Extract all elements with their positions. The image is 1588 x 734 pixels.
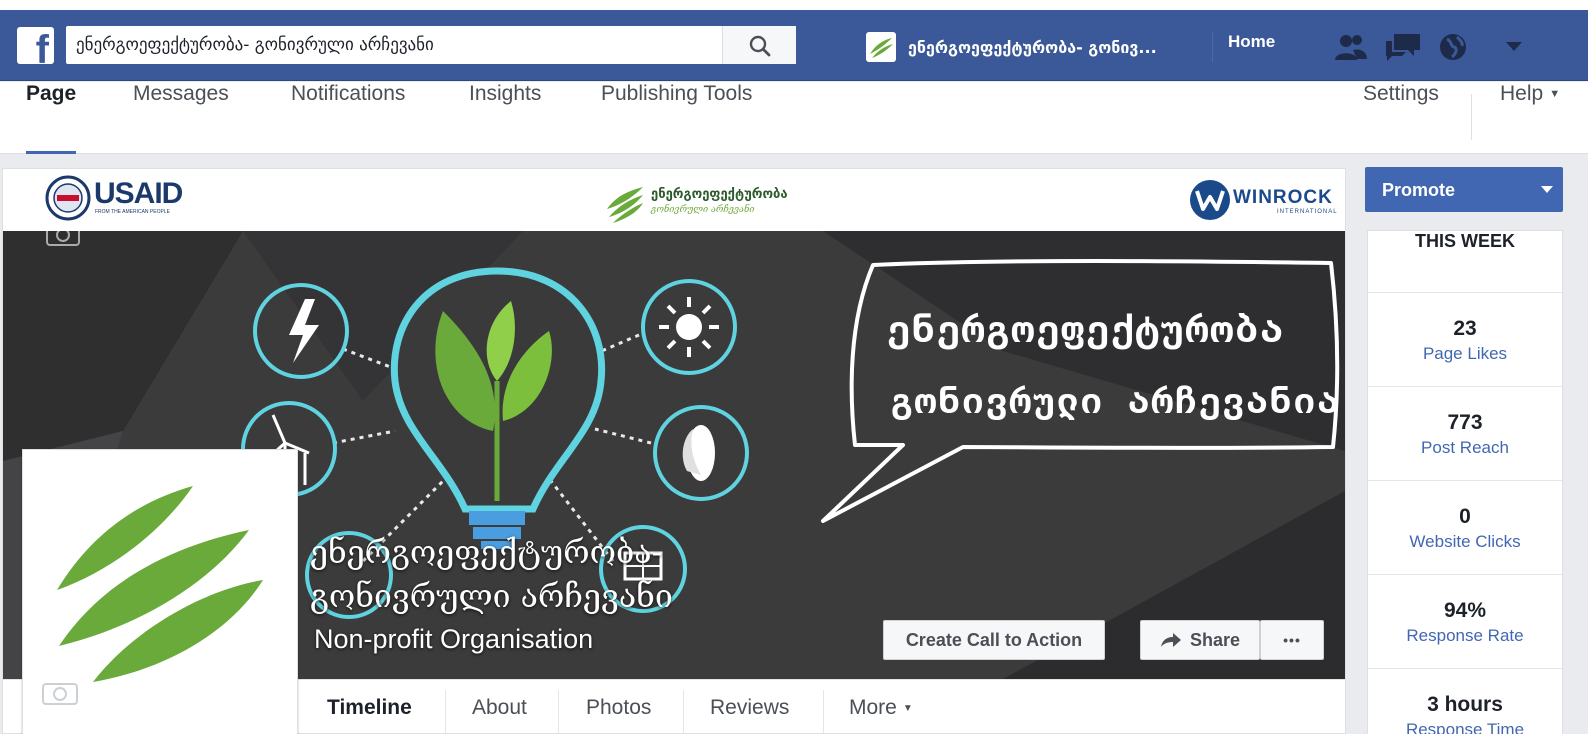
help-label: Help: [1500, 82, 1544, 105]
page-admin-nav: Page Messages Notifications Insights Pub…: [0, 82, 1588, 154]
more-label: More: [849, 696, 897, 719]
more-options-button[interactable]: •••: [1260, 620, 1324, 660]
cover-headline-line2: გონივრული არჩევანია: [891, 381, 1341, 422]
winrock-logo-text: WINROCK: [1233, 187, 1333, 208]
tab-help[interactable]: Help ▼: [1500, 82, 1560, 154]
page-thumbnail: [866, 32, 896, 62]
search-icon: [749, 35, 771, 57]
energy-efficiency-leaf-icon: [607, 187, 643, 223]
stat-label: Response Rate: [1406, 626, 1524, 645]
share-arrow-icon: [1160, 633, 1181, 647]
facebook-top-bar: f ენერგოეფექტურობა- გონივ... Home: [0, 10, 1588, 81]
page-shortcut-label: ენერგოეფექტურობა- გონივ...: [908, 37, 1157, 57]
usaid-logo-subtext: FROM THE AMERICAN PEOPLE: [95, 209, 170, 215]
tab-page[interactable]: Page: [26, 82, 77, 154]
notifications-globe-icon[interactable]: [1438, 32, 1468, 62]
page-name[interactable]: ენერგოეფექტურობა- გონივრული არჩევანი: [310, 530, 870, 618]
tab-more[interactable]: More ▼: [849, 696, 913, 720]
winrock-logo-subtext: INTERNATIONAL: [1277, 209, 1338, 215]
tab-timeline[interactable]: Timeline: [327, 696, 412, 720]
promote-label: Promote: [1382, 180, 1456, 200]
page-shortcut-link[interactable]: ენერგოეფექტურობა- გონივ...: [866, 32, 1157, 62]
stat-value: 0: [1459, 505, 1471, 528]
tab-divider: [823, 690, 824, 733]
stat-label: Page Likes: [1422, 344, 1508, 363]
stat-response-time[interactable]: 3 hours Response Time: [1368, 669, 1562, 734]
facebook-logo-icon[interactable]: f: [17, 27, 54, 64]
stat-value: 94%: [1443, 599, 1487, 622]
create-call-to-action-button[interactable]: Create Call to Action: [883, 620, 1105, 660]
stat-response-rate[interactable]: 94% Response Rate: [1368, 575, 1562, 669]
stat-post-reach[interactable]: 773 Post Reach: [1368, 387, 1562, 481]
tab-notifications[interactable]: Notifications: [291, 82, 405, 154]
home-link[interactable]: Home: [1228, 32, 1275, 62]
page-name-line1: ენერგოეფექტურობა-: [310, 533, 663, 571]
profile-picture[interactable]: [22, 449, 298, 734]
messages-icon[interactable]: [1384, 32, 1424, 62]
leaf-logo-icon: [870, 38, 893, 58]
tab-divider: [558, 690, 559, 733]
tab-insights[interactable]: Insights: [469, 82, 541, 154]
tab-settings[interactable]: Settings: [1363, 82, 1439, 154]
stat-label: Response Time: [1405, 720, 1525, 734]
tab-photos[interactable]: Photos: [586, 696, 651, 720]
stat-label: Post Reach: [1421, 438, 1509, 457]
tab-messages[interactable]: Messages: [133, 82, 229, 154]
more-caret-icon: ▼: [902, 702, 913, 714]
cover-logo-strip: USAID FROM THE AMERICAN PEOPLE ენერგოეფე…: [3, 169, 1345, 231]
search-input[interactable]: [66, 26, 722, 64]
stat-label: Website Clicks: [1409, 532, 1521, 551]
stat-value: 3 hours: [1427, 693, 1503, 716]
topbar-divider: [1212, 32, 1213, 62]
winrock-logo-icon: [1190, 180, 1230, 220]
tab-divider: [445, 690, 446, 733]
stat-value: 773: [1447, 411, 1483, 434]
page-name-line2: გონივრული არჩევანი: [310, 577, 673, 615]
usaid-logo-text: USAID: [94, 177, 183, 210]
promote-button[interactable]: Promote: [1365, 167, 1563, 212]
tab-reviews[interactable]: Reviews: [710, 696, 789, 720]
account-menu-caret-icon[interactable]: [1504, 40, 1524, 54]
search-box: [66, 26, 796, 64]
stats-header: THIS WEEK: [1368, 231, 1562, 293]
tab-publishing-tools[interactable]: Publishing Tools: [601, 82, 752, 154]
stat-website-clicks[interactable]: 0 Website Clicks: [1368, 481, 1562, 575]
weekly-stats-panel: THIS WEEK 23 Page Likes 773 Post Reach 0…: [1367, 230, 1563, 734]
center-logo-subtext: გონივრული არჩევანი: [651, 205, 755, 215]
tab-divider: [683, 690, 684, 733]
promote-caret-icon: [1541, 186, 1553, 193]
cover-camera-icon[interactable]: [45, 231, 81, 247]
search-button[interactable]: [722, 26, 796, 64]
nav-divider: [1471, 94, 1472, 140]
profile-camera-icon[interactable]: [41, 676, 79, 706]
usaid-seal-icon: [45, 175, 91, 221]
help-caret-icon: ▼: [1549, 88, 1561, 101]
stat-value: 23: [1453, 317, 1477, 340]
share-button[interactable]: Share: [1140, 620, 1260, 660]
top-edge: [0, 0, 1588, 10]
cover-headline-line1: ენერგოეფექტურობა: [887, 307, 1286, 351]
friend-requests-icon[interactable]: [1333, 32, 1369, 62]
share-label: Share: [1189, 629, 1241, 650]
tab-about[interactable]: About: [472, 696, 527, 720]
stat-page-likes[interactable]: 23 Page Likes: [1368, 293, 1562, 387]
center-logo-text: ენერგოეფექტურობა: [651, 187, 788, 202]
page-category[interactable]: Non-profit Organisation: [314, 624, 593, 655]
